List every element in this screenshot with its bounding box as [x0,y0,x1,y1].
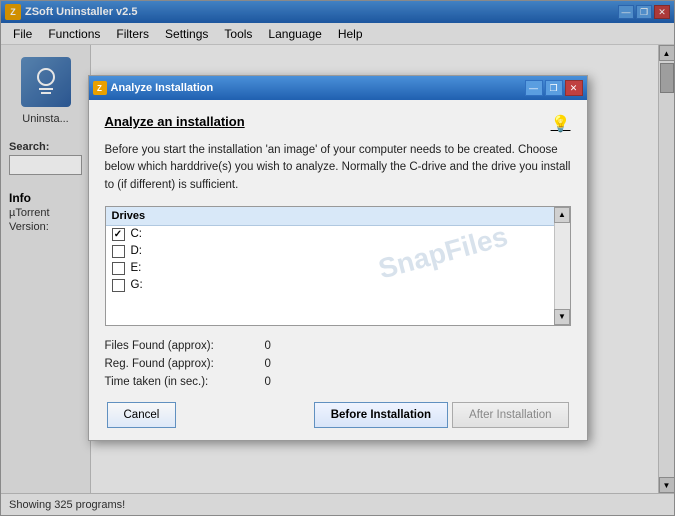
stats-files-label: Files Found (approx): [105,340,265,352]
stats-files-value: 0 [265,340,271,352]
list-item: ✓ C: [106,226,554,243]
dialog-icon: Z [93,81,107,95]
drives-scroll-down[interactable]: ▼ [554,309,570,325]
drive-g-checkbox[interactable] [112,279,125,292]
drives-header: Drives [106,207,554,226]
drive-d-label: D: [131,245,143,257]
before-installation-button[interactable]: Before Installation [314,402,448,428]
list-item: D: [106,243,554,260]
dialog-overlay: Z Analyze Installation — ❐ ✕ Analyze an … [0,0,675,516]
main-window: Z ZSoft Uninstaller v2.5 — ❐ ✕ File Func… [0,0,675,516]
dialog-title-text: Analyze Installation [111,82,214,94]
drives-scroll-up[interactable]: ▲ [554,207,570,223]
dialog-heading-text: Analyze an installation [105,114,245,129]
dialog-body: Analyze an installation 💡 Before you sta… [89,100,587,440]
stats-reg-row: Reg. Found (approx): 0 [105,358,571,370]
dialog-title-controls: — ❐ ✕ [525,80,583,96]
dialog-restore-button[interactable]: ❐ [545,80,563,96]
analyze-dialog: Z Analyze Installation — ❐ ✕ Analyze an … [88,75,588,441]
dialog-title-left: Z Analyze Installation [93,81,214,95]
drive-e-checkbox[interactable] [112,262,125,275]
drive-c-label: C: [131,228,143,240]
drives-list: Drives ✓ C: D: E: [106,207,554,325]
dialog-title-bar: Z Analyze Installation — ❐ ✕ [89,76,587,100]
dialog-minimize-button[interactable]: — [525,80,543,96]
dialog-footer: Cancel Before Installation After Install… [105,402,571,428]
stats-time-label: Time taken (in sec.): [105,376,265,388]
drive-c-checkbox[interactable]: ✓ [112,228,125,241]
drive-d-checkbox[interactable] [112,245,125,258]
drives-scrollbar: ▲ ▼ [554,207,570,325]
dialog-description: Before you start the installation 'an im… [105,142,571,194]
stats-time-value: 0 [265,376,271,388]
cancel-button[interactable]: Cancel [107,402,177,428]
dialog-close-button[interactable]: ✕ [565,80,583,96]
list-item: E: [106,260,554,277]
stats-files-row: Files Found (approx): 0 [105,340,571,352]
after-installation-button[interactable]: After Installation [452,402,568,428]
stats-reg-value: 0 [265,358,271,370]
lightbulb-icon: 💡 [551,114,571,134]
stats-time-row: Time taken (in sec.): 0 [105,376,571,388]
drives-container: Drives ✓ C: D: E: [105,206,571,326]
list-item: G: [106,277,554,294]
stats-reg-label: Reg. Found (approx): [105,358,265,370]
drive-e-label: E: [131,262,142,274]
drive-g-label: G: [131,279,143,291]
dialog-heading: Analyze an installation 💡 [105,114,571,134]
